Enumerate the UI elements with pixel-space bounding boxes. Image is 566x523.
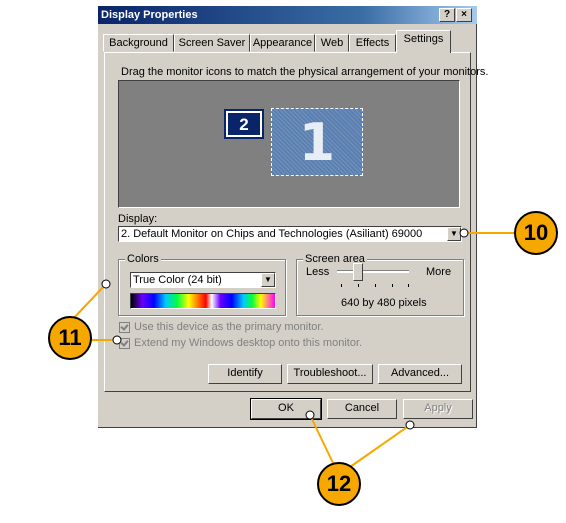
close-button[interactable]: × (456, 8, 472, 22)
help-button[interactable]: ? (439, 8, 455, 22)
color-palette-bar (130, 293, 276, 309)
apply-button[interactable]: Apply (403, 399, 473, 419)
monitor-2-label: 2 (228, 113, 260, 135)
slider-tick (341, 284, 342, 287)
checkbox-check-icon[interactable] (119, 337, 130, 349)
callout-11: 11 (48, 316, 92, 360)
monitor-2-icon[interactable]: 2 (224, 109, 264, 139)
tab-web[interactable]: Web (315, 34, 349, 52)
display-label: Display: (118, 213, 158, 225)
tab-appearance[interactable]: Appearance (250, 34, 315, 52)
chevron-down-icon[interactable]: ▼ (261, 273, 275, 287)
monitor-1-icon[interactable]: 1 (271, 108, 363, 176)
tab-effects[interactable]: Effects (349, 34, 396, 52)
slider-tick (392, 284, 393, 287)
slider-tick (375, 284, 376, 287)
resolution-text: 640 by 480 pixels (341, 297, 427, 309)
display-select[interactable]: 2. Default Monitor on Chips and Technolo… (118, 226, 462, 242)
screen-area-slider-track[interactable] (337, 270, 409, 273)
window-title: Display Properties (101, 9, 198, 21)
ok-button[interactable]: OK (250, 398, 322, 420)
colors-select-value: True Color (24 bit) (133, 274, 222, 286)
identify-button[interactable]: Identify (208, 364, 282, 384)
monitor-arrangement-area[interactable]: 2 1 (118, 80, 460, 208)
slider-tick (358, 284, 359, 287)
callout-10: 10 (514, 211, 558, 255)
extend-desktop-checkbox[interactable]: Extend my Windows desktop onto this moni… (119, 337, 362, 349)
screen-area-less-label: Less (306, 266, 330, 278)
callout-line-12b (349, 424, 411, 468)
troubleshoot-button[interactable]: Troubleshoot... (287, 364, 373, 384)
tab-screen-saver[interactable]: Screen Saver (174, 34, 250, 52)
checkbox-check-icon[interactable] (119, 321, 130, 333)
advanced-button[interactable]: Advanced... (378, 364, 462, 384)
colors-group-label: Colors (125, 253, 161, 265)
slider-tick (408, 284, 409, 287)
primary-monitor-checkbox-label: Use this device as the primary monitor. (134, 321, 324, 333)
tab-settings[interactable]: Settings (396, 30, 451, 53)
screen-area-more-label: More (426, 266, 452, 278)
screen-area-slider-thumb[interactable] (352, 263, 363, 281)
title-bar[interactable]: Display Properties ? × (98, 6, 477, 24)
colors-select[interactable]: True Color (24 bit) ▼ (130, 272, 276, 288)
chevron-down-icon[interactable]: ▼ (447, 227, 461, 241)
instruction-text: Drag the monitor icons to match the phys… (121, 66, 489, 78)
display-select-value: 2. Default Monitor on Chips and Technolo… (121, 228, 423, 240)
tab-background[interactable]: Background (103, 34, 174, 52)
extend-desktop-checkbox-label: Extend my Windows desktop onto this moni… (134, 337, 363, 349)
cancel-button[interactable]: Cancel (327, 399, 397, 419)
primary-monitor-checkbox[interactable]: Use this device as the primary monitor. (119, 321, 324, 333)
monitor-1-label: 1 (298, 113, 336, 173)
callout-12: 12 (317, 462, 361, 506)
